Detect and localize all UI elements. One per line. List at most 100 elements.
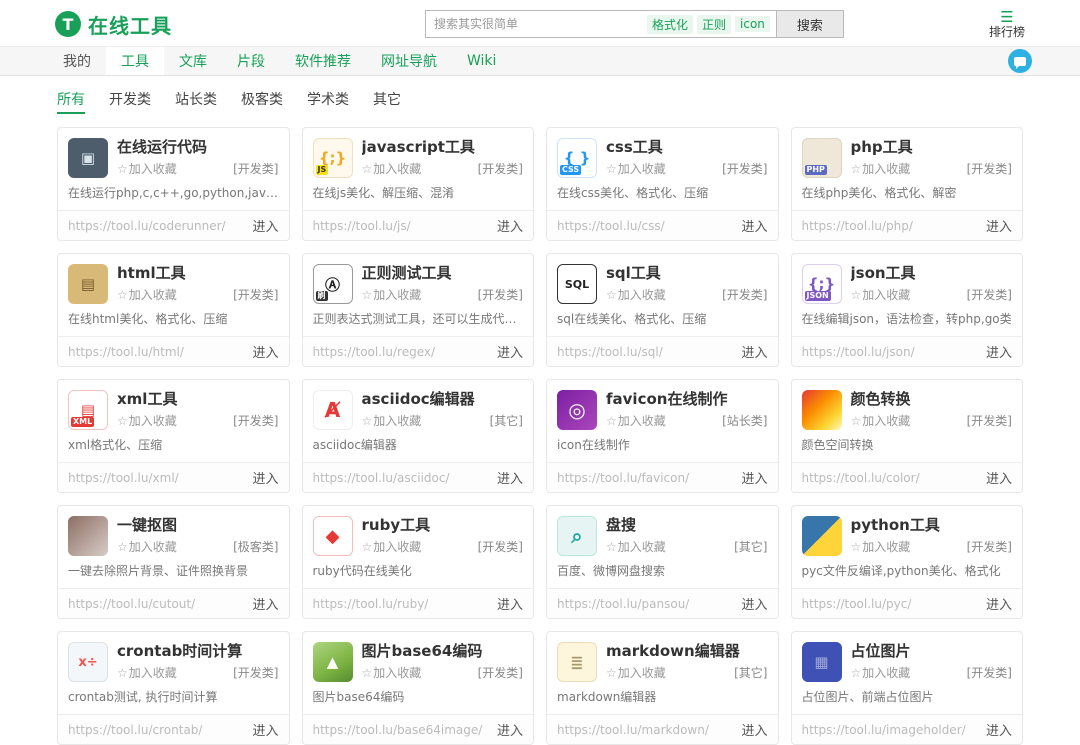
tool-card[interactable]: python工具☆加入收藏[开发类]pyc文件反编译,python美化、格式化h… <box>791 505 1024 619</box>
add-favorite-button[interactable]: ☆加入收藏 <box>606 664 666 681</box>
tool-title[interactable]: css工具 <box>606 138 768 157</box>
site-title[interactable]: 在线工具 <box>88 10 172 39</box>
category-other[interactable]: 其它 <box>373 89 401 114</box>
tool-title[interactable]: 一键抠图 <box>117 516 279 535</box>
tool-title[interactable]: 颜色转换 <box>851 390 1013 409</box>
tool-card[interactable]: ≣markdown编辑器☆加入收藏[其它]markdown编辑器https://… <box>546 631 779 745</box>
add-favorite-button[interactable]: ☆加入收藏 <box>362 538 422 555</box>
category-academic[interactable]: 学术类 <box>307 89 349 114</box>
tool-title[interactable]: markdown编辑器 <box>606 642 768 661</box>
tool-card[interactable]: {;}JSjavascript工具☆加入收藏[开发类]在线js美化、解压缩、混淆… <box>302 127 535 241</box>
search-button[interactable]: 搜索 <box>777 10 844 38</box>
add-favorite-button[interactable]: ☆加入收藏 <box>117 160 177 177</box>
enter-link[interactable]: 进入 <box>497 468 523 487</box>
quicklink-regex[interactable]: 正则 <box>697 15 731 34</box>
tool-title[interactable]: sql工具 <box>606 264 768 283</box>
tool-card[interactable]: {;}JSONjson工具☆加入收藏[开发类]在线编辑json，语法检查，转ph… <box>791 253 1024 367</box>
tab-docs[interactable]: 文库 <box>164 47 222 75</box>
add-favorite-button[interactable]: ☆加入收藏 <box>606 412 666 429</box>
add-favorite-button[interactable]: ☆加入收藏 <box>117 412 177 429</box>
tool-card[interactable]: SQLsql工具☆加入收藏[开发类]sql在线美化、格式化、压缩https://… <box>546 253 779 367</box>
tab-mine[interactable]: 我的 <box>48 47 106 75</box>
tab-snippets[interactable]: 片段 <box>222 47 280 75</box>
tool-card[interactable]: { }CSScss工具☆加入收藏[开发类]在线css美化、格式化、压缩https… <box>546 127 779 241</box>
add-favorite-button[interactable]: ☆加入收藏 <box>606 538 666 555</box>
tool-title[interactable]: crontab时间计算 <box>117 642 279 661</box>
tab-tools[interactable]: 工具 <box>106 47 164 75</box>
add-favorite-button[interactable]: ☆加入收藏 <box>851 538 911 555</box>
logo[interactable]: T 在线工具 <box>55 10 235 39</box>
ranking-link[interactable]: ☰ 排行榜 <box>989 9 1025 40</box>
enter-link[interactable]: 进入 <box>741 342 767 361</box>
category-all[interactable]: 所有 <box>57 89 85 114</box>
tool-card[interactable]: 颜色转换☆加入收藏[开发类]颜色空间转换https://tool.lu/colo… <box>791 379 1024 493</box>
enter-link[interactable]: 进入 <box>986 216 1012 235</box>
chat-icon[interactable] <box>1008 49 1032 73</box>
enter-link[interactable]: 进入 <box>986 594 1012 613</box>
add-favorite-button[interactable]: ☆加入收藏 <box>362 664 422 681</box>
add-favorite-button[interactable]: ☆加入收藏 <box>117 538 177 555</box>
tool-card[interactable]: ⌕盘搜☆加入收藏[其它]百度、微博网盘搜索https://tool.lu/pan… <box>546 505 779 619</box>
tool-title[interactable]: ruby工具 <box>362 516 524 535</box>
quicklink-icon[interactable]: icon <box>735 16 770 32</box>
add-favorite-button[interactable]: ☆加入收藏 <box>362 160 422 177</box>
add-favorite-button[interactable]: ☆加入收藏 <box>851 412 911 429</box>
tab-sitenav[interactable]: 网址导航 <box>366 47 452 75</box>
tool-card[interactable]: 一键抠图☆加入收藏[极客类]一键去除照片背景、证件照换背景https://too… <box>57 505 290 619</box>
tool-card[interactable]: ▤html工具☆加入收藏[开发类]在线html美化、格式化、压缩https://… <box>57 253 290 367</box>
add-favorite-button[interactable]: ☆加入收藏 <box>117 664 177 681</box>
tab-wiki[interactable]: Wiki <box>452 47 511 75</box>
enter-link[interactable]: 进入 <box>741 594 767 613</box>
tool-title[interactable]: html工具 <box>117 264 279 283</box>
enter-link[interactable]: 进入 <box>497 342 523 361</box>
add-favorite-button[interactable]: ☆加入收藏 <box>362 286 422 303</box>
category-dev[interactable]: 开发类 <box>109 89 151 114</box>
tool-card[interactable]: ▦占位图片☆加入收藏[开发类]占位图片、前端占位图片https://tool.l… <box>791 631 1024 745</box>
logo-icon[interactable]: T <box>55 11 81 37</box>
quicklink-format[interactable]: 格式化 <box>647 15 693 34</box>
tool-title[interactable]: xml工具 <box>117 390 279 409</box>
add-favorite-button[interactable]: ☆加入收藏 <box>362 412 422 429</box>
tool-card[interactable]: PHPphp工具☆加入收藏[开发类]在线php美化、格式化、解密https://… <box>791 127 1024 241</box>
enter-link[interactable]: 进入 <box>741 468 767 487</box>
tool-card[interactable]: ▲图片base64编码☆加入收藏[开发类]图片base64编码https://t… <box>302 631 535 745</box>
tool-card[interactable]: Ⱥasciidoc编辑器☆加入收藏[其它]asciidoc编辑器https://… <box>302 379 535 493</box>
enter-link[interactable]: 进入 <box>497 594 523 613</box>
tool-card[interactable]: ◆ruby工具☆加入收藏[开发类]ruby代码在线美化https://tool.… <box>302 505 535 619</box>
tool-title[interactable]: 在线运行代码 <box>117 138 279 157</box>
add-favorite-button[interactable]: ☆加入收藏 <box>606 160 666 177</box>
add-favorite-button[interactable]: ☆加入收藏 <box>117 286 177 303</box>
enter-link[interactable]: 进入 <box>252 468 278 487</box>
enter-link[interactable]: 进入 <box>252 342 278 361</box>
category-geek[interactable]: 极客类 <box>241 89 283 114</box>
tool-title[interactable]: 盘搜 <box>606 516 768 535</box>
tool-card[interactable]: Ⓐ刷正则测试工具☆加入收藏[开发类]正则表达式测试工具，还可以生成代码哦http… <box>302 253 535 367</box>
card-info: json工具☆加入收藏[开发类] <box>851 264 1013 304</box>
tool-title[interactable]: asciidoc编辑器 <box>362 390 524 409</box>
tool-card[interactable]: ▤XMLxml工具☆加入收藏[开发类]xml格式化、压缩https://tool… <box>57 379 290 493</box>
tool-title[interactable]: favicon在线制作 <box>606 390 768 409</box>
enter-link[interactable]: 进入 <box>497 216 523 235</box>
tool-title[interactable]: 图片base64编码 <box>362 642 524 661</box>
enter-link[interactable]: 进入 <box>741 216 767 235</box>
add-favorite-button[interactable]: ☆加入收藏 <box>851 664 911 681</box>
tool-title[interactable]: json工具 <box>851 264 1013 283</box>
enter-link[interactable]: 进入 <box>986 468 1012 487</box>
tool-title[interactable]: javascript工具 <box>362 138 524 157</box>
tool-card[interactable]: ◎favicon在线制作☆加入收藏[站长类]icon在线制作https://to… <box>546 379 779 493</box>
tool-title[interactable]: php工具 <box>851 138 1013 157</box>
search-input[interactable] <box>426 11 641 37</box>
tool-card[interactable]: ▣在线运行代码☆加入收藏[开发类]在线运行php,c,c++,go,python… <box>57 127 290 241</box>
enter-link[interactable]: 进入 <box>252 216 278 235</box>
add-favorite-button[interactable]: ☆加入收藏 <box>606 286 666 303</box>
category-webmaster[interactable]: 站长类 <box>175 89 217 114</box>
tab-software[interactable]: 软件推荐 <box>280 47 366 75</box>
enter-link[interactable]: 进入 <box>252 594 278 613</box>
tool-title[interactable]: 占位图片 <box>851 642 1013 661</box>
enter-link[interactable]: 进入 <box>986 342 1012 361</box>
tool-title[interactable]: python工具 <box>851 516 1013 535</box>
add-favorite-button[interactable]: ☆加入收藏 <box>851 160 911 177</box>
tool-card[interactable]: x÷crontab时间计算☆加入收藏[开发类]crontab测试, 执行时间计算… <box>57 631 290 745</box>
add-favorite-button[interactable]: ☆加入收藏 <box>851 286 911 303</box>
tool-title[interactable]: 正则测试工具 <box>362 264 524 283</box>
